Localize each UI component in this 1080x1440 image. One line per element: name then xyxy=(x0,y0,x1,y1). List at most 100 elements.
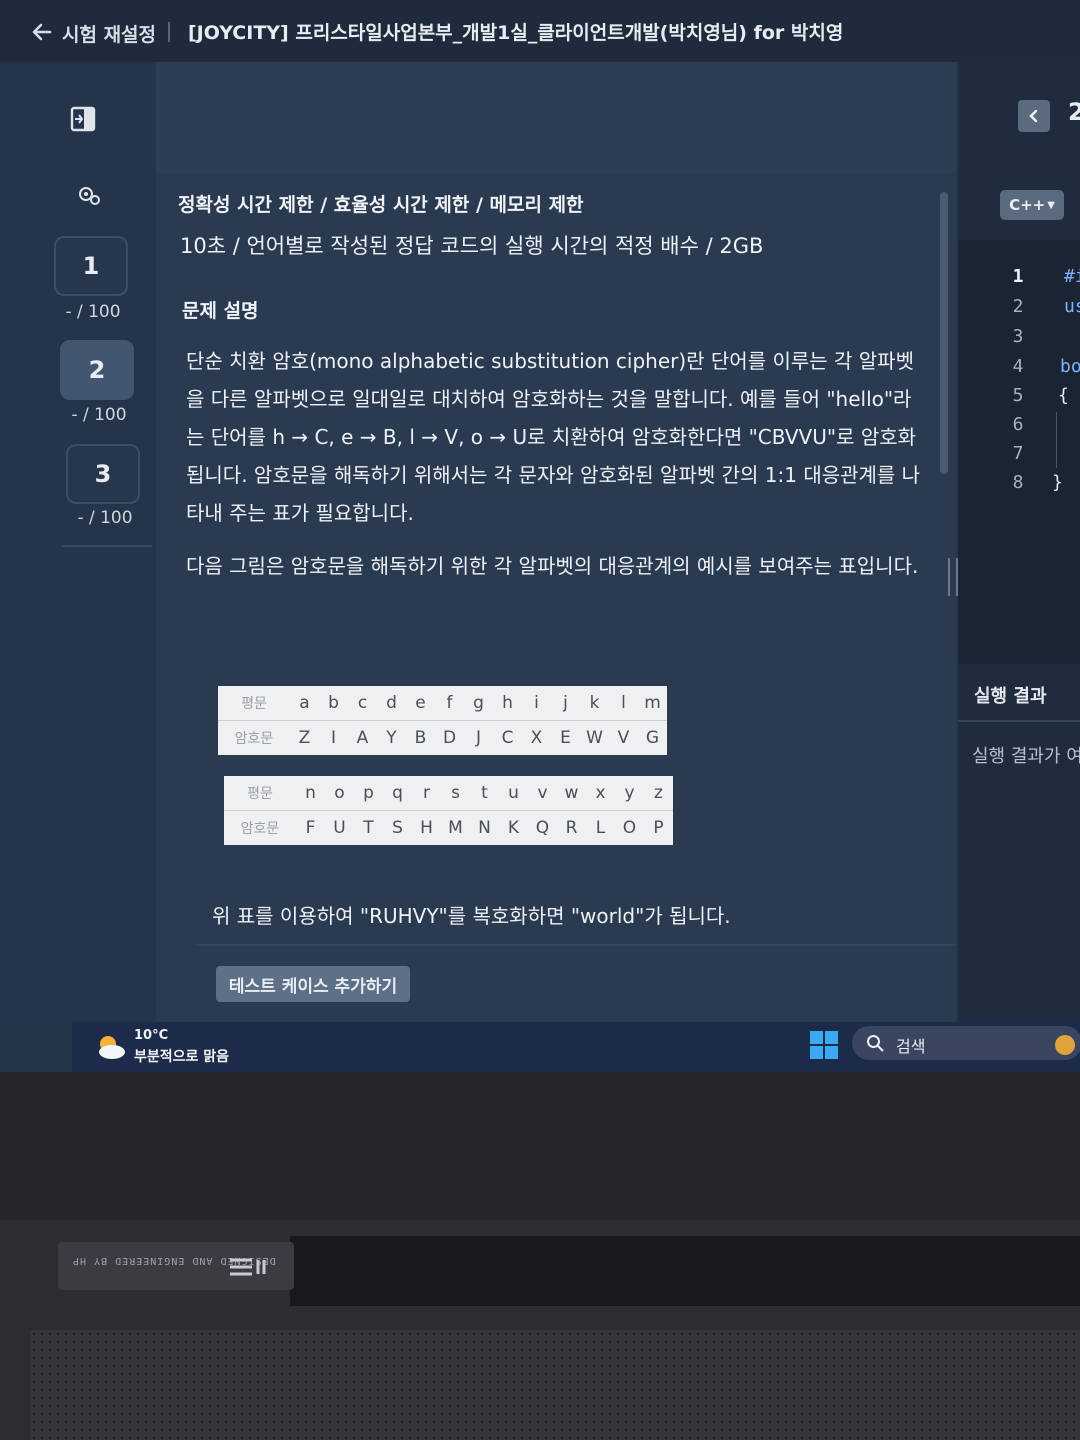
cipher-cell: I xyxy=(330,728,336,748)
result-title: 실행 결과 xyxy=(974,686,1047,707)
panel-resize-handle[interactable] xyxy=(948,558,958,596)
indent-guide xyxy=(1056,412,1057,468)
top-bar: 시험 재설정 [JOYCITY] 프리스타일사업본부_개발1실_클라이언트개발(… xyxy=(0,0,1080,62)
description-title: 문제 설명 xyxy=(182,300,259,322)
cipher-label: 암호문 xyxy=(234,731,274,747)
code-editor[interactable]: 1 2 3 4 5 6 7 8 #i us bo { } xyxy=(958,240,1080,664)
temperature: 10°C xyxy=(134,1028,169,1043)
laptop-chin xyxy=(0,1072,1080,1220)
question-sidebar: 1 - / 100 2 - / 100 3 - / 100 xyxy=(0,62,152,1022)
cipher-cell: F xyxy=(305,818,316,838)
search-icon xyxy=(867,1035,884,1052)
cipher-cell: R xyxy=(565,818,578,838)
plain-cell: y xyxy=(615,776,644,811)
question-1-score: - / 100 xyxy=(65,302,121,322)
example-text: 위 표를 이용하여 "RUHVY"를 복호화하면 "world"가 됩니다. xyxy=(212,904,731,928)
collapse-sidebar-icon[interactable] xyxy=(68,104,98,134)
problem-panel: 정확성 시간 제한 / 효율성 시간 제한 / 메모리 제한 10초 / 언어별… xyxy=(156,62,958,1022)
plain-cell: d xyxy=(377,686,406,721)
back-arrow-icon[interactable] xyxy=(30,20,54,44)
sidebar-divider xyxy=(62,545,152,547)
plain-cell: r xyxy=(412,776,441,811)
cipher-cell: Y xyxy=(386,728,397,748)
editor-panel: 2 C++ ▼ 1 2 3 4 5 6 7 8 #i us bo { } xyxy=(958,62,1080,1022)
cipher-label: 암호문 xyxy=(240,821,280,837)
cipher-cell: E xyxy=(560,728,571,748)
plain-cell: t xyxy=(470,776,499,811)
plain-cell: g xyxy=(464,686,493,721)
exam-title: [JOYCITY] 프리스타일사업본부_개발1실_클라이언트개발(박치영님) f… xyxy=(188,22,844,44)
cipher-row: 암호문 Z I A Y B D J C X E W V G xyxy=(218,721,667,756)
cipher-cell: N xyxy=(478,818,491,838)
cipher-table-2: 평문 n o p q r s t u v w x y z 암호문 F U T S… xyxy=(224,776,673,845)
cipher-cell: T xyxy=(363,818,374,838)
cipher-table-1: 평문 a b c d e f g h i j k l m 암호문 Z I A Y… xyxy=(218,686,667,755)
plain-cell: m xyxy=(638,686,667,721)
plain-cell: s xyxy=(441,776,470,811)
cipher-cell: P xyxy=(653,818,664,838)
plain-cell: p xyxy=(354,776,383,811)
plain-cell: e xyxy=(406,686,435,721)
code-line: #i xyxy=(1064,266,1080,287)
laptop-bezel: 시험 재설정 [JOYCITY] 프리스타일사업본부_개발1실_클라이언트개발(… xyxy=(0,0,1080,1220)
cipher-cell: Z xyxy=(298,728,311,748)
header-divider xyxy=(168,22,170,42)
line-number: 5 xyxy=(1012,385,1024,406)
question-2-button[interactable]: 2 xyxy=(60,340,134,400)
question-1-button[interactable]: 1 xyxy=(54,236,128,296)
current-question-number: 2 xyxy=(1068,98,1080,126)
cipher-cell: D xyxy=(442,728,457,748)
limit-values: 10초 / 언어별로 작성된 정답 코드의 실행 시간의 적정 배수 / 2GB xyxy=(180,234,764,258)
chevron-down-icon: ▼ xyxy=(1047,199,1055,211)
description-paragraph-1: 단순 치환 암호(mono alphabetic substitution ci… xyxy=(186,349,921,525)
plain-cell: n xyxy=(296,776,325,811)
line-number: 1 xyxy=(1012,266,1024,287)
language-select[interactable]: C++ ▼ xyxy=(1000,190,1064,220)
taskbar: 10°C 부분적으로 맑음 검색 xyxy=(72,1022,1080,1072)
taskbar-search[interactable]: 검색 xyxy=(852,1026,1080,1060)
cipher-cell: A xyxy=(356,728,369,748)
cipher-cell: J xyxy=(475,728,481,748)
line-number: 4 xyxy=(1012,356,1024,377)
cipher-cell: Q xyxy=(535,818,550,838)
line-number: 3 xyxy=(1012,326,1024,347)
plain-cell: f xyxy=(435,686,464,721)
problem-divider xyxy=(196,944,956,946)
limit-title: 정확성 시간 제한 / 효율성 시간 제한 / 메모리 제한 xyxy=(178,194,584,216)
plain-cell: k xyxy=(580,686,609,721)
weather-icon[interactable] xyxy=(94,1032,128,1062)
prev-question-button[interactable] xyxy=(1018,100,1050,132)
exam-reset-link[interactable]: 시험 재설정 xyxy=(62,20,156,47)
screen: 시험 재설정 [JOYCITY] 프리스타일사업본부_개발1실_클라이언트개발(… xyxy=(0,0,1080,1072)
settings-icon[interactable] xyxy=(74,180,104,210)
plain-cell: h xyxy=(493,686,522,721)
cipher-cell: L xyxy=(595,818,606,838)
search-highlight-icon[interactable] xyxy=(1050,1030,1080,1060)
cipher-cell: W xyxy=(586,728,603,748)
scrollbar-thumb[interactable] xyxy=(940,192,948,474)
add-testcase-button[interactable]: 테스트 케이스 추가하기 xyxy=(216,966,410,1002)
question-3-button[interactable]: 3 xyxy=(66,444,140,504)
plain-cell: j xyxy=(551,686,580,721)
language-label: C++ xyxy=(1009,196,1046,214)
line-number: 7 xyxy=(1012,443,1024,464)
plain-label: 평문 xyxy=(224,776,296,811)
windows-start-icon[interactable] xyxy=(809,1030,839,1060)
laptop-hinge xyxy=(290,1236,1080,1306)
question-2-score: - / 100 xyxy=(71,405,127,425)
plain-cell: c xyxy=(348,686,377,721)
problem-header xyxy=(156,62,956,174)
cipher-cell: K xyxy=(507,818,520,838)
plain-row: 평문 n o p q r s t u v w x y z xyxy=(224,776,673,811)
code-line: us xyxy=(1064,296,1080,317)
weather-condition: 부분적으로 맑음 xyxy=(134,1049,230,1065)
cipher-cell: G xyxy=(645,728,660,748)
cipher-cell: H xyxy=(420,818,433,838)
cipher-cell: X xyxy=(530,728,543,748)
plain-cell: l xyxy=(609,686,638,721)
cipher-cell: S xyxy=(392,818,403,838)
plain-cell: q xyxy=(383,776,412,811)
speaker-grille xyxy=(30,1330,1080,1440)
line-number: 8 xyxy=(1012,472,1024,493)
plain-cell: z xyxy=(644,776,673,811)
